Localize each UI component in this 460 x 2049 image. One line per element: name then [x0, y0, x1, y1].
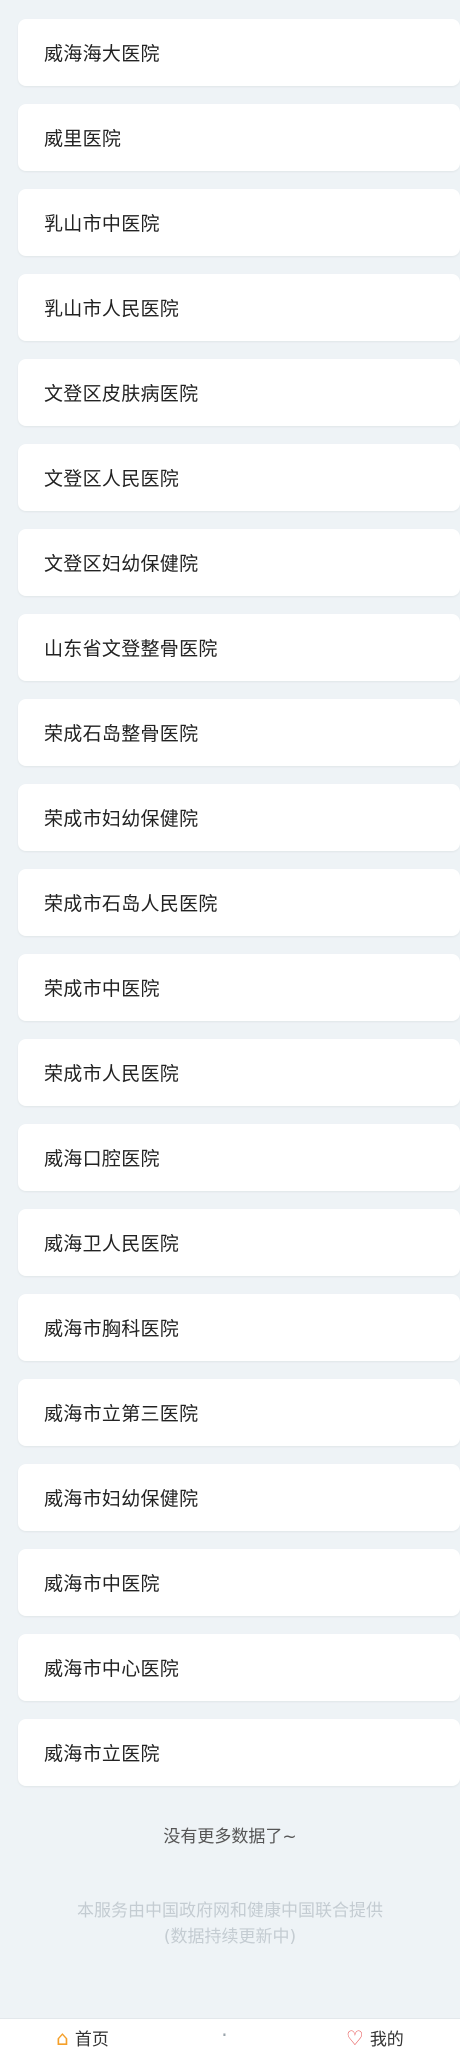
tab-mine[interactable]: ♡ 我的: [346, 2019, 404, 2049]
bottom-tabbar: ⌂ 首页 · ♡ 我的: [0, 2018, 460, 2049]
hospital-name: 山东省文登整骨医院: [44, 638, 218, 660]
hospital-item[interactable]: 荣成市人民医院: [18, 1039, 460, 1106]
hospital-item[interactable]: 威海卫人民医院: [18, 1209, 460, 1276]
home-icon: ⌂: [56, 2025, 69, 2049]
hospital-name: 威里医院: [44, 128, 122, 150]
hospital-item[interactable]: 威海市立第三医院: [18, 1379, 460, 1446]
hospital-item[interactable]: 文登区人民医院: [18, 444, 460, 511]
hospital-name: 文登区皮肤病医院: [44, 383, 199, 405]
hospital-name: 乳山市人民医院: [44, 298, 180, 320]
hospital-item[interactable]: 威海市胸科医院: [18, 1294, 460, 1361]
hospital-name: 荣成市人民医院: [44, 1063, 180, 1085]
hospital-name: 威海市妇幼保健院: [44, 1488, 199, 1510]
hospital-name: 荣成石岛整骨医院: [44, 723, 199, 745]
footer-note: 本服务由中国政府网和健康中国联合提供 (数据持续更新中): [0, 1898, 460, 1950]
hospital-name: 威海市中心医院: [44, 1658, 180, 1680]
hospital-name: 荣成市中医院: [44, 978, 160, 1000]
tab-home-label: 首页: [74, 2030, 109, 2049]
tab-mine-label: 我的: [369, 2030, 404, 2049]
hospital-item[interactable]: 文登区皮肤病医院: [18, 359, 460, 426]
hospital-item[interactable]: 荣成市中医院: [18, 954, 460, 1021]
hospital-item[interactable]: 荣成市妇幼保健院: [18, 784, 460, 851]
hospital-item[interactable]: 山东省文登整骨医院: [18, 614, 460, 681]
hospital-name: 威海市立第三医院: [44, 1403, 199, 1425]
hospital-item[interactable]: 威海市中心医院: [18, 1634, 460, 1701]
hospital-item[interactable]: 威海口腔医院: [18, 1124, 460, 1191]
hospital-name: 威海市立医院: [44, 1743, 160, 1765]
hospital-item[interactable]: 威海海大医院: [18, 19, 460, 86]
hospital-name: 文登区人民医院: [44, 468, 180, 490]
heart-icon: ♡: [345, 2025, 364, 2049]
hospital-name: 威海市胸科医院: [44, 1318, 180, 1340]
no-more-data-text: 没有更多数据了~: [163, 1827, 297, 1847]
hospital-item[interactable]: 威海市中医院: [18, 1549, 460, 1616]
hospital-name: 威海卫人民医院: [44, 1233, 180, 1255]
hospital-name: 威海市中医院: [44, 1573, 160, 1595]
hospital-item[interactable]: 文登区妇幼保健院: [18, 529, 460, 596]
hospital-name: 乳山市中医院: [44, 213, 160, 235]
center-icon: ·: [221, 2023, 228, 2047]
hospital-name: 荣成市石岛人民医院: [44, 893, 218, 915]
hospital-item[interactable]: 威海市立医院: [18, 1719, 460, 1786]
footer-line-1: 本服务由中国政府网和健康中国联合提供: [77, 1901, 383, 1921]
tab-center[interactable]: ·: [221, 2019, 233, 2045]
hospital-list: 威海海大医院 威里医院 乳山市中医院 乳山市人民医院 文登区皮肤病医院 文登区人…: [18, 19, 460, 1804]
hospital-item[interactable]: 乳山市中医院: [18, 189, 460, 256]
hospital-name: 荣成市妇幼保健院: [44, 808, 199, 830]
hospital-item[interactable]: 荣成石岛整骨医院: [18, 699, 460, 766]
tab-home[interactable]: ⌂ 首页: [56, 2019, 109, 2049]
hospital-name: 威海口腔医院: [44, 1148, 160, 1170]
footer-line-2: (数据持续更新中): [163, 1927, 297, 1947]
hospital-item[interactable]: 威里医院: [18, 104, 460, 171]
hospital-item[interactable]: 荣成市石岛人民医院: [18, 869, 460, 936]
hospital-item[interactable]: 乳山市人民医院: [18, 274, 460, 341]
hospital-name: 文登区妇幼保健院: [44, 553, 199, 575]
hospital-item[interactable]: 威海市妇幼保健院: [18, 1464, 460, 1531]
hospital-name: 威海海大医院: [44, 43, 160, 65]
